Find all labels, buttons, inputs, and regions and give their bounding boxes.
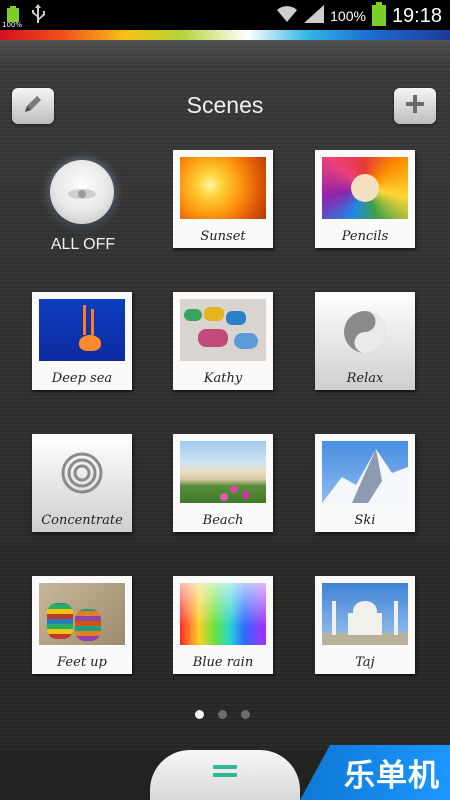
page-indicator[interactable]: [195, 710, 250, 719]
page-title: Scenes: [186, 92, 264, 118]
scene-label: Deep sea: [51, 371, 113, 386]
scene-tile-deep-sea[interactable]: Deep sea: [32, 292, 132, 390]
scene-label: Ski: [354, 513, 376, 528]
scene-label: Beach: [202, 513, 244, 528]
scene-tile-concentrate[interactable]: Concentrate: [32, 434, 132, 532]
page-dot-1[interactable]: [195, 710, 204, 719]
edit-button[interactable]: [12, 88, 54, 124]
grip-icon: [213, 765, 237, 781]
scene-tile-blue-rain[interactable]: Blue rain: [173, 576, 273, 674]
battery-icon: [371, 2, 386, 30]
rainbow-glow: [0, 40, 450, 68]
target-icon: [61, 452, 103, 498]
pencil-icon: [21, 92, 45, 120]
feet-up-photo: [39, 583, 125, 645]
wifi-icon: [276, 5, 298, 27]
scene-tile-sunset[interactable]: Sunset: [173, 150, 273, 248]
battery-percent: 100%: [330, 8, 366, 24]
rainbow-bar: [0, 30, 450, 40]
scene-label: Relax: [346, 371, 384, 386]
deep-sea-photo: [39, 299, 125, 361]
scene-tile-feet-up[interactable]: Feet up: [32, 576, 132, 674]
scene-label: Sunset: [200, 229, 246, 244]
all-off-button[interactable]: [50, 160, 114, 224]
beach-photo: [180, 441, 266, 503]
battery-small-label: 100%: [2, 21, 23, 29]
yin-yang-icon: [343, 310, 387, 358]
scene-tile-ski[interactable]: Ski: [315, 434, 415, 532]
taj-photo: [322, 583, 408, 645]
all-off-label[interactable]: ALL OFF: [30, 236, 136, 254]
logo-text: 乐单机: [344, 758, 440, 794]
pencils-photo: [322, 157, 408, 219]
scene-label: Feet up: [57, 655, 107, 670]
battery-small-icon: 100%: [2, 6, 22, 29]
signal-icon: [304, 5, 325, 27]
clock: 19:18: [391, 4, 442, 27]
scene-tile-kathy[interactable]: Kathy: [173, 292, 273, 390]
sunset-photo: [180, 157, 266, 219]
scene-label: Taj: [355, 655, 375, 670]
page-dot-2[interactable]: [218, 710, 227, 719]
scene-label: Kathy: [203, 371, 243, 386]
status-bar: 100% 100% 19:18: [0, 0, 450, 30]
scene-tile-beach[interactable]: Beach: [173, 434, 273, 532]
scene-tile-pencils[interactable]: Pencils: [315, 150, 415, 248]
plus-icon: [404, 93, 426, 119]
scene-label: Pencils: [341, 229, 389, 244]
kathy-photo: [180, 299, 266, 361]
ski-photo: [322, 441, 408, 503]
add-scene-button[interactable]: [394, 88, 436, 124]
page-dot-3[interactable]: [241, 710, 250, 719]
blue-rain-photo: [180, 583, 266, 645]
scene-tile-taj[interactable]: Taj: [315, 576, 415, 674]
scene-tile-relax[interactable]: Relax: [315, 292, 415, 390]
scene-label: Blue rain: [192, 655, 254, 670]
power-disc-icon: [68, 189, 96, 199]
scene-label: Concentrate: [41, 513, 123, 528]
usb-icon: [30, 4, 46, 30]
